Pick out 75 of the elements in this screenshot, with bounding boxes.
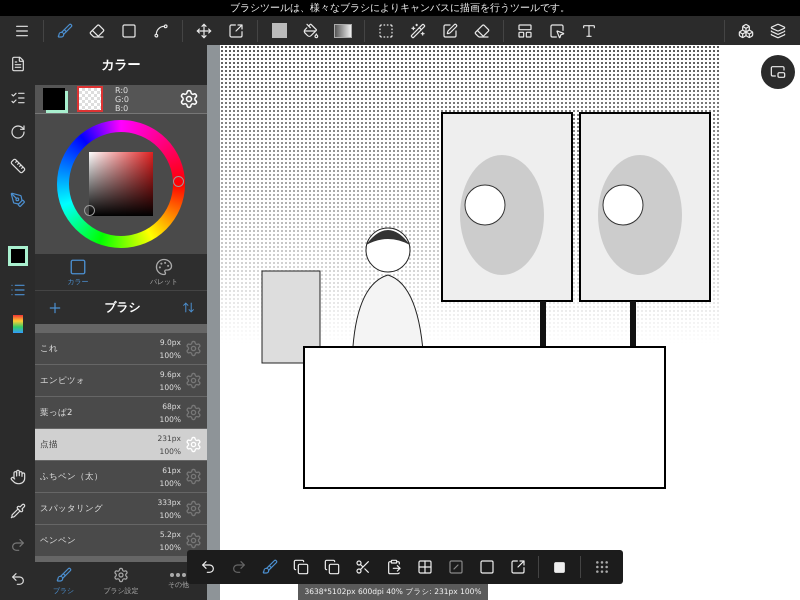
rgb-value: R:0 bbox=[115, 86, 130, 94]
layers-icon bbox=[770, 22, 786, 38]
undo-icon bbox=[200, 559, 216, 575]
rgb-value: G:0 bbox=[115, 94, 130, 104]
redo-icon bbox=[10, 537, 26, 553]
shade-handle[interactable] bbox=[84, 205, 95, 216]
palette-icon bbox=[155, 258, 173, 276]
redo-icon bbox=[231, 559, 248, 575]
move-icon bbox=[196, 22, 212, 38]
eyedropper-icon bbox=[10, 503, 26, 519]
brush-title: ブラシ bbox=[104, 299, 140, 316]
boxes-icon bbox=[738, 22, 754, 38]
dashed-square-icon bbox=[378, 22, 394, 38]
brush-icon bbox=[56, 566, 72, 582]
menu-icon bbox=[14, 22, 30, 38]
wand-icon bbox=[410, 22, 426, 38]
spline-icon bbox=[153, 22, 169, 38]
paste-icon bbox=[386, 559, 402, 575]
bucket-icon bbox=[303, 22, 319, 38]
settings-icon bbox=[185, 340, 202, 357]
brush-icon bbox=[57, 22, 73, 38]
hand-icon bbox=[10, 469, 26, 485]
settings-icon bbox=[185, 500, 202, 517]
brush-name: ふちペン（太） bbox=[40, 470, 104, 482]
brush-name: エンピツォ bbox=[40, 374, 86, 386]
eraser-icon bbox=[89, 22, 105, 38]
eraser-icon bbox=[474, 22, 490, 38]
settings-icon bbox=[185, 436, 202, 453]
brush-name: ペンペン bbox=[40, 534, 77, 546]
gradient-icon bbox=[334, 24, 352, 38]
settings-icon bbox=[179, 89, 199, 109]
hue-handle[interactable] bbox=[173, 176, 184, 187]
slash-square-icon bbox=[448, 559, 464, 575]
color-square[interactable] bbox=[89, 152, 153, 216]
settings-icon bbox=[185, 532, 202, 549]
grip-icon bbox=[594, 559, 610, 575]
rotate-icon bbox=[10, 124, 26, 140]
window-icon bbox=[770, 64, 786, 80]
settings-icon bbox=[185, 372, 202, 389]
transform-icon bbox=[510, 559, 526, 575]
color-swatch-icon bbox=[8, 246, 28, 266]
settings-icon bbox=[185, 468, 202, 485]
brush-name: 葉っぱ2 bbox=[40, 406, 74, 418]
brush-icon bbox=[262, 559, 278, 575]
dots-icon bbox=[170, 572, 186, 576]
gear-icon bbox=[112, 566, 129, 582]
rainbow-icon bbox=[12, 315, 22, 333]
document-icon bbox=[10, 56, 26, 72]
list-icon bbox=[10, 282, 26, 298]
text-icon bbox=[581, 22, 597, 38]
fill-square-icon bbox=[272, 23, 286, 38]
foreground-color[interactable] bbox=[43, 88, 65, 110]
square-icon bbox=[121, 22, 137, 38]
status-message: ブラシツールは、様々なブラシによりキャンバスに描画を行うツールです。 bbox=[0, 0, 800, 16]
pointer-icon bbox=[549, 22, 565, 38]
undo-icon bbox=[10, 571, 26, 587]
pen-square-icon bbox=[442, 22, 458, 38]
brush-name: 点描 bbox=[40, 438, 59, 450]
rgb-value: B:0 bbox=[115, 104, 130, 112]
square-icon bbox=[69, 258, 87, 276]
square-icon bbox=[478, 559, 495, 575]
scissors-icon bbox=[355, 559, 372, 575]
settings-icon bbox=[185, 404, 202, 421]
panel-title: カラー bbox=[35, 45, 207, 85]
ruler-icon bbox=[10, 158, 26, 174]
copy-icon bbox=[324, 559, 340, 575]
transform-icon bbox=[228, 22, 244, 38]
panels-icon bbox=[517, 22, 533, 38]
grid-icon bbox=[416, 559, 433, 575]
brush-name: スパッタリング bbox=[40, 502, 104, 514]
square-icon bbox=[553, 560, 566, 574]
sort-icon bbox=[182, 301, 195, 314]
pen-icon bbox=[10, 192, 26, 208]
list-icon bbox=[10, 90, 26, 106]
brush-name: これ bbox=[40, 342, 59, 354]
